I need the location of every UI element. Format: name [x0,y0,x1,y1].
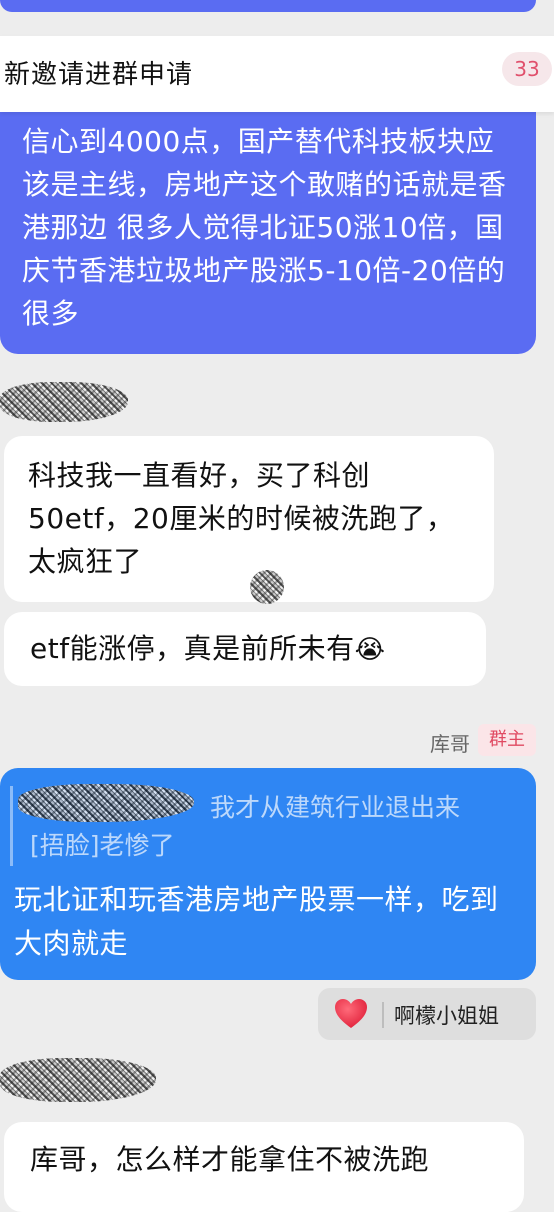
blurred-sticker [250,570,284,604]
notice-count-badge: 33 [502,52,552,86]
blurred-sender-name [0,382,128,422]
notice-label: 新邀请进群申请 [4,60,194,90]
quoted-message: 我才从建筑行业退出来 [210,793,461,822]
reaction-user: 啊檬小姐姐 [394,1004,499,1028]
reaction-pill[interactable]: 啊檬小姐姐 [318,988,536,1040]
message-text: 科技我一直看好，买了科创50etf，20厘米的时候被洗跑了，太疯狂了 [28,459,455,578]
reaction-divider [382,1002,384,1028]
heart-icon [335,999,367,1028]
message-bubble-other[interactable]: 库哥，怎么样才能拿住不被洗跑 [4,1122,524,1212]
message-bubble-self[interactable]: 信心到4000点，国产替代科技板块应该是主线，房地产这个敢赌的话就是香港那边 很… [0,100,536,354]
message-text: etf能涨停，真是前所未有😭 [30,632,386,665]
blurred-quoted-name [18,784,194,822]
message-bubble-other[interactable]: etf能涨停，真是前所未有😭 [4,612,486,686]
group-owner-badge: 群主 [478,724,536,756]
message-text: 库哥，怎么样才能拿住不被洗跑 [30,1143,430,1176]
previous-bubble-edge [0,0,536,12]
message-text: 信心到4000点，国产替代科技板块应该是主线，房地产这个敢赌的话就是香港那边 很… [22,125,507,330]
message-bubble-other[interactable]: 科技我一直看好，买了科创50etf，20厘米的时候被洗跑了，太疯狂了 [4,436,494,602]
message-bubble-reply[interactable]: 我才从建筑行业退出来 [捂脸]老惨了 玩北证和玩香港房地产股票一样，吃到大肉就走 [0,768,536,980]
crying-laughing-icon: 😭 [354,635,386,665]
quote-bar [10,786,13,866]
quoted-message-cont: [捂脸]老惨了 [30,831,175,860]
sender-name[interactable]: 库哥 [430,728,470,757]
join-request-notice[interactable]: 新邀请进群申请 33 [0,36,554,112]
message-text: 玩北证和玩香港房地产股票一样，吃到大肉就走 [14,883,499,960]
blurred-sender-name [0,1058,156,1102]
